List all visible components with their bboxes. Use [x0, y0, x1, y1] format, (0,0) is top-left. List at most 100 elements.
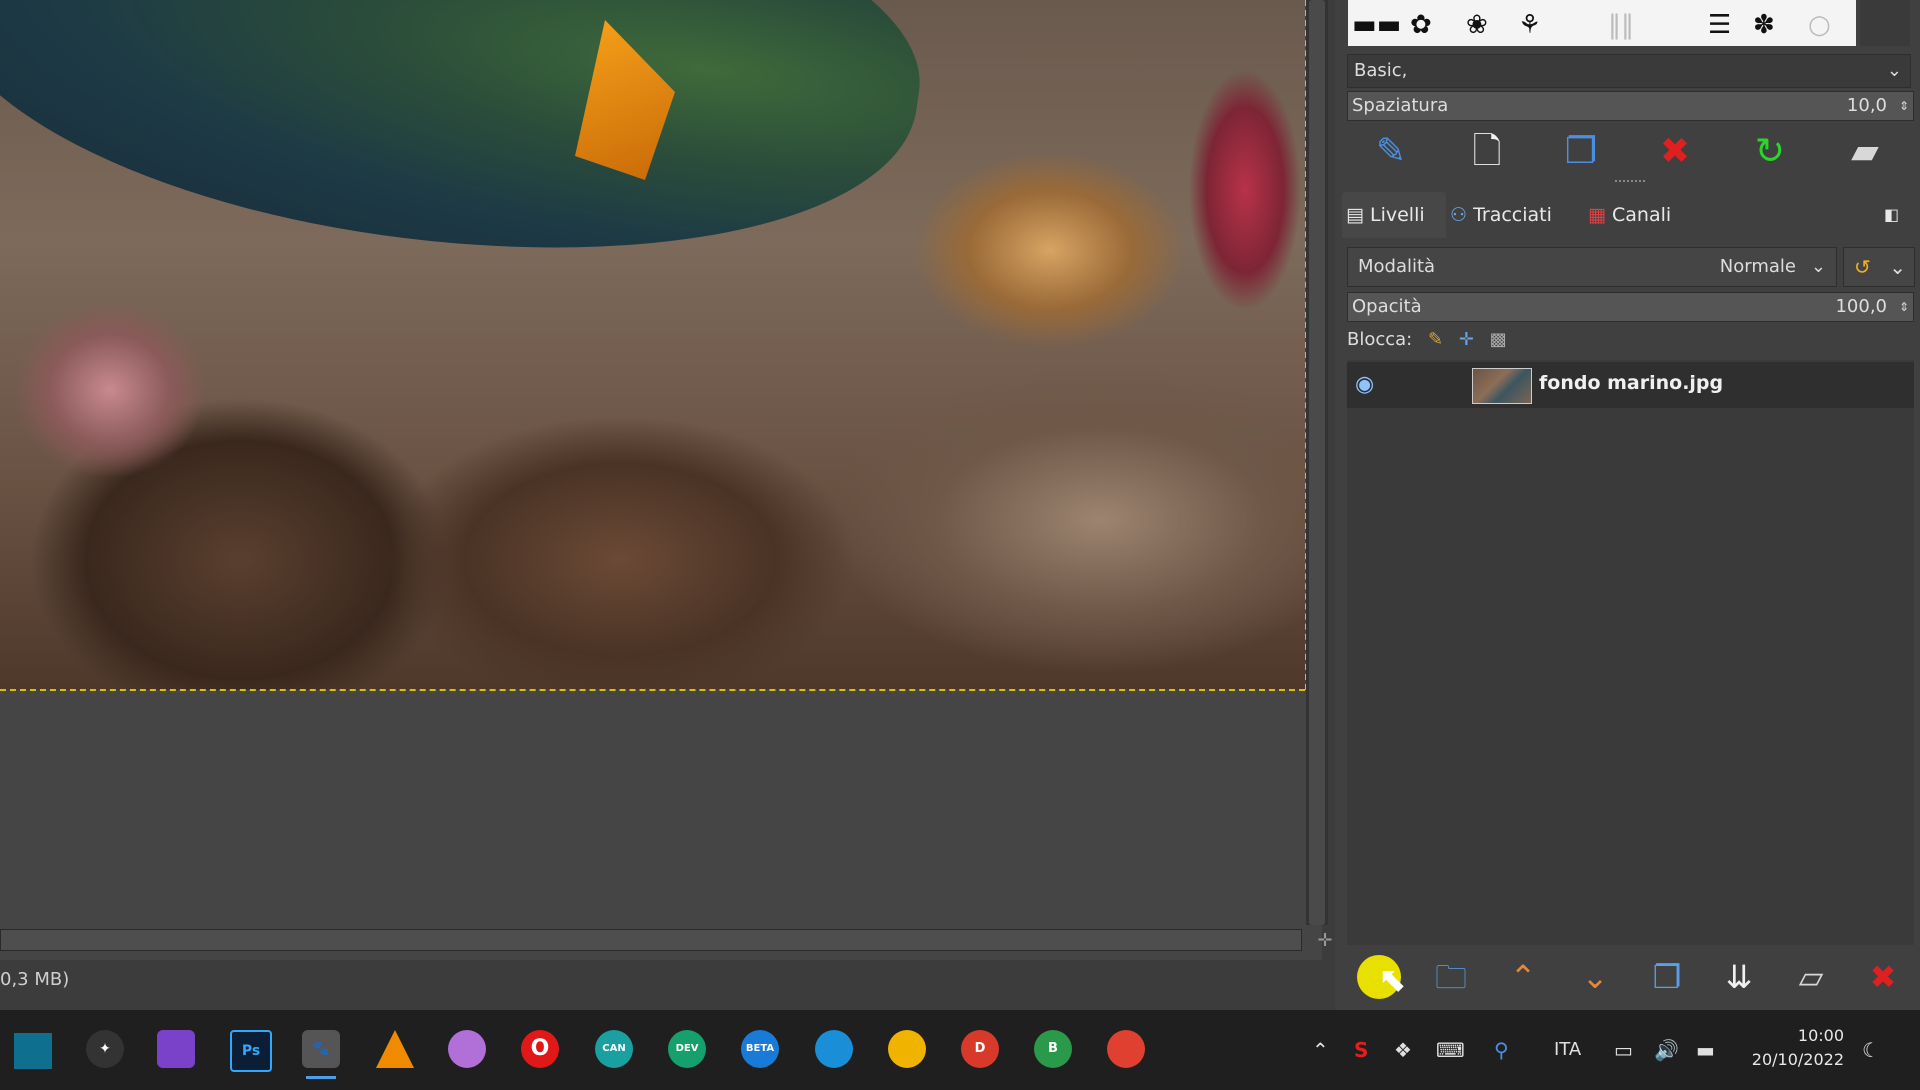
duplicate-brush-icon[interactable]: ❐: [1559, 130, 1603, 174]
eye-icon[interactable]: ◉: [1355, 372, 1374, 397]
new-brush-icon[interactable]: 🗋: [1465, 130, 1509, 174]
chevron-up-icon[interactable]: ⌃: [1312, 1036, 1329, 1064]
brush-leaf-icon[interactable]: ⚘: [1518, 10, 1541, 40]
delete-layer-icon[interactable]: ✖: [1861, 955, 1905, 999]
layer-buttons: 🗀 ⌃ ⌄ ❐ ⇊ ▱ ✖: [1345, 945, 1915, 1005]
keyboard-icon[interactable]: ⌨: [1436, 1036, 1465, 1064]
delete-brush-icon[interactable]: ✖: [1653, 130, 1697, 174]
edge-beta-icon[interactable]: BETA: [741, 1030, 779, 1068]
clock-time: 10:00: [1797, 1026, 1844, 1045]
paths-icon: ⚇: [1450, 204, 1468, 226]
horizontal-scrollbar[interactable]: [0, 929, 1302, 951]
edit-brush-icon[interactable]: ✎: [1369, 130, 1413, 174]
duplicate-layer-icon[interactable]: ❐: [1645, 955, 1689, 999]
lower-layer-icon[interactable]: ⌄: [1573, 955, 1617, 999]
brush-texture-icon[interactable]: ▬▬: [1352, 10, 1401, 40]
lock-pixels-icon[interactable]: ✎: [1428, 329, 1443, 350]
network-icon[interactable]: ▭: [1614, 1036, 1633, 1064]
photoshop-icon[interactable]: Ps: [230, 1030, 272, 1072]
spin-arrows-icon[interactable]: ⇕: [1899, 92, 1909, 120]
edge-canary-icon[interactable]: CAN: [595, 1030, 633, 1068]
onedrive-icon[interactable]: [448, 1030, 486, 1068]
spin-arrows-icon[interactable]: ⇕: [1899, 293, 1909, 321]
clapper-icon[interactable]: [157, 1030, 195, 1068]
mode-reset-button[interactable]: ↺ ⌄: [1843, 247, 1915, 287]
edge-dev-icon[interactable]: DEV: [668, 1030, 706, 1068]
active-app-indicator: [306, 1076, 336, 1079]
layers-icon: ▤: [1346, 204, 1364, 226]
layer-thumbnail[interactable]: [1472, 368, 1532, 404]
lock-alpha-icon[interactable]: ▩: [1490, 329, 1507, 350]
mode-label: Modalità: [1358, 256, 1436, 277]
battery-icon[interactable]: ▬: [1696, 1036, 1715, 1064]
chevron-down-icon[interactable]: ⌄: [1811, 248, 1826, 286]
clock[interactable]: 10:00 20/10/2022: [1740, 1024, 1844, 1072]
layer-row[interactable]: ◉ fondo marino.jpg: [1347, 362, 1914, 408]
opacity-slider[interactable]: Opacità 100,0 ⇕: [1347, 292, 1914, 322]
spacing-slider[interactable]: Spaziatura 10,0 ⇕: [1347, 91, 1914, 121]
merge-layer-icon[interactable]: ⇊: [1717, 955, 1761, 999]
lock-position-icon[interactable]: ✛: [1459, 329, 1474, 350]
tab-channels[interactable]: ▦ Canali: [1588, 192, 1696, 238]
new-layer-group-icon[interactable]: 🗀: [1429, 955, 1473, 999]
navigate-icon[interactable]: ✛: [1314, 930, 1336, 952]
vertical-scrollbar-thumb[interactable]: [1309, 0, 1325, 925]
brush-grid[interactable]: ▬▬ ✿ ❀ ⚘ ‖‖ ☰ ✽ ○: [1348, 0, 1856, 46]
layer-list[interactable]: [1347, 360, 1914, 945]
clock-date: 20/10/2022: [1751, 1050, 1844, 1069]
panel-separator[interactable]: [1615, 180, 1645, 188]
mouse-cursor-icon: ⬉: [1378, 960, 1407, 1000]
brush-preset-value: Basic,: [1354, 60, 1408, 81]
refresh-brushes-icon[interactable]: ↻: [1748, 130, 1792, 174]
tab-paths[interactable]: ⚇ Tracciati: [1450, 192, 1586, 238]
s-app-icon[interactable]: S: [1354, 1036, 1368, 1064]
lock-row: Blocca: ✎ ✛ ▩: [1347, 325, 1912, 355]
chrome-canary-icon[interactable]: [888, 1030, 926, 1068]
layer-boundary-bottom: [0, 689, 1305, 691]
layer-mode-select[interactable]: Modalità Normale ⌄: [1347, 247, 1837, 287]
brush-circle-icon[interactable]: ○: [1808, 10, 1831, 40]
channels-icon: ▦: [1588, 204, 1606, 226]
chrome-dev-icon[interactable]: D: [961, 1030, 999, 1068]
mode-value: Normale: [1719, 256, 1796, 277]
davinci-resolve-icon[interactable]: ✦: [86, 1030, 124, 1068]
image-canvas[interactable]: [0, 0, 1305, 690]
reset-icon: ↺: [1854, 255, 1871, 279]
memory-usage: 0,3 MB): [0, 969, 70, 990]
edge-icon[interactable]: [815, 1030, 853, 1068]
brush-splatter-icon[interactable]: ✽: [1753, 10, 1775, 40]
tab-paths-label: Tracciati: [1473, 204, 1552, 226]
gimp-icon[interactable]: 🐾: [302, 1030, 340, 1068]
brush-leaf-icon[interactable]: ❀: [1466, 10, 1488, 40]
spacing-value: 10,0: [1846, 95, 1887, 116]
opacity-value: 100,0: [1835, 296, 1887, 317]
brush-grid-scrollbar[interactable]: [1860, 0, 1910, 46]
opera-icon[interactable]: O: [521, 1030, 559, 1068]
lock-label: Blocca:: [1347, 329, 1413, 350]
layer-mask-icon[interactable]: ▱: [1789, 955, 1833, 999]
start-icon[interactable]: [14, 1033, 52, 1069]
chevron-down-icon[interactable]: ⌄: [1887, 55, 1902, 87]
status-bar: 0,3 MB): [0, 960, 1335, 1000]
tab-layers[interactable]: ▤ Livelli: [1342, 192, 1446, 238]
dock-tabs: ▤ Livelli ⚇ Tracciati ▦ Canali ◧: [1342, 192, 1920, 238]
brush-leaf-icon[interactable]: ✿: [1410, 10, 1432, 40]
brush-preset-select[interactable]: Basic, ⌄: [1347, 54, 1911, 88]
brush-lines-icon[interactable]: ☰: [1708, 10, 1731, 40]
chevron-down-icon[interactable]: ⌄: [1889, 248, 1906, 286]
opacity-label: Opacità: [1352, 296, 1422, 317]
tab-channels-label: Canali: [1612, 204, 1672, 226]
raise-layer-icon[interactable]: ⌃: [1501, 955, 1545, 999]
chrome-icon[interactable]: [1107, 1030, 1145, 1068]
notifications-icon[interactable]: ☾: [1862, 1036, 1880, 1064]
dropbox-icon[interactable]: ❖: [1394, 1036, 1412, 1064]
language-indicator[interactable]: ITA: [1554, 1036, 1581, 1064]
tab-menu-icon[interactable]: ◧: [1884, 192, 1914, 238]
brush-hatch-icon[interactable]: ‖‖: [1608, 10, 1634, 40]
volume-icon[interactable]: 🔊: [1654, 1036, 1679, 1064]
chrome-beta-icon[interactable]: B: [1034, 1030, 1072, 1068]
spacing-label: Spaziatura: [1352, 95, 1449, 116]
brush-as-image-icon[interactable]: ▰: [1843, 130, 1887, 174]
brush-tool-buttons: ✎ 🗋 ❐ ✖ ↻ ▰: [1337, 122, 1920, 180]
microphone-icon[interactable]: ⚲: [1494, 1036, 1509, 1064]
